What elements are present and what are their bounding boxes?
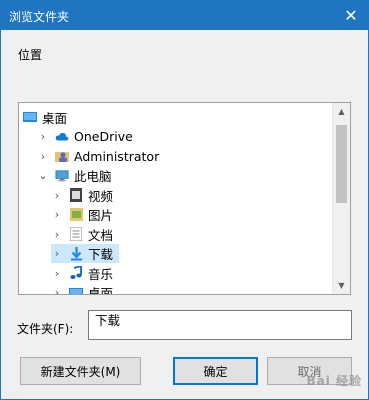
tree-item-label: 图片	[88, 208, 114, 223]
tree-item[interactable]: › 视频	[19, 185, 332, 205]
tree-item[interactable]: › 音乐	[19, 263, 332, 283]
folder-field-label: 文件夹(F):	[17, 322, 74, 336]
folder-tree[interactable]: 桌面 › OneDrive › Administrator ⌄ 此电脑 › 视频 › 图片 › 文档 › 下…	[18, 102, 351, 295]
scrollbar-thumb[interactable]	[336, 125, 347, 203]
chevron-right-icon[interactable]: ›	[37, 130, 49, 143]
scroll-down-button[interactable]: ▼	[333, 277, 350, 294]
tree-scrollbar[interactable]: ▲ ▼	[332, 103, 350, 294]
computer-icon	[55, 169, 69, 183]
scroll-up-button[interactable]: ▲	[333, 103, 350, 120]
tree-item-label: OneDrive	[74, 129, 133, 144]
tree-item-box: › Administrator	[37, 147, 165, 166]
pictures-folder-icon	[69, 208, 83, 222]
tree-item-box: › 文档	[51, 225, 119, 244]
tree-item[interactable]: › OneDrive	[19, 127, 332, 147]
chevron-right-icon[interactable]: ›	[51, 286, 63, 294]
title-bar: 浏览文件夹 ✕	[1, 1, 368, 30]
tree-item-label: 文档	[88, 227, 114, 243]
desktop-folder-icon	[69, 286, 83, 294]
tree-item[interactable]: ⌄ 此电脑	[19, 166, 332, 186]
cloud-icon	[55, 130, 69, 144]
tree-item-label: Administrator	[74, 148, 160, 164]
tree-item-box: 桌面	[23, 108, 73, 127]
tree-item[interactable]: › 文档	[19, 224, 332, 244]
music-folder-icon	[69, 266, 83, 280]
documents-folder-icon	[69, 227, 83, 241]
browse-folder-dialog: 浏览文件夹 ✕ 位置 桌面 › OneDrive › Administrator ⌄ 此电脑…	[0, 0, 369, 400]
chevron-right-icon[interactable]: ›	[51, 247, 63, 260]
location-label: 位置	[18, 48, 43, 62]
new-folder-button[interactable]: 新建文件夹(M)	[20, 357, 141, 385]
tree-item[interactable]: › 下载	[19, 244, 332, 264]
watermark: Bai 经验	[306, 374, 362, 388]
chevron-right-icon[interactable]: ›	[51, 189, 63, 202]
tree-item-label: 下载	[88, 247, 114, 262]
tree-item-box: › 音乐	[51, 264, 119, 283]
chevron-down-icon[interactable]: ⌄	[37, 169, 49, 182]
tree-item-selection: › 下载	[51, 244, 120, 263]
video-folder-icon	[69, 188, 83, 202]
chevron-right-icon[interactable]: ›	[51, 208, 63, 221]
tree-item-box: › 图片	[51, 205, 119, 224]
close-button[interactable]: ✕	[334, 1, 368, 30]
tree-item[interactable]: › 图片	[19, 205, 332, 225]
folder-name-input[interactable]: 下载	[88, 310, 352, 340]
folder-tree-list: 桌面 › OneDrive › Administrator ⌄ 此电脑 › 视频 › 图片 › 文档 › 下…	[19, 103, 332, 294]
chevron-right-icon[interactable]: ›	[51, 267, 63, 280]
chevron-right-icon[interactable]: ›	[51, 228, 63, 241]
tree-item[interactable]: 桌面	[19, 107, 332, 127]
user-folder-icon	[55, 149, 69, 163]
ok-button[interactable]: 确定	[173, 357, 258, 385]
tree-item-label: 此电脑	[74, 169, 112, 184]
tree-item-label: 桌面	[42, 110, 68, 126]
downloads-folder-icon	[69, 246, 83, 261]
tree-item[interactable]: › 桌面	[19, 283, 332, 295]
tree-item[interactable]: › Administrator	[19, 146, 332, 166]
tree-item-box: › 视频	[51, 186, 119, 205]
chevron-right-icon[interactable]: ›	[37, 150, 49, 163]
tree-item-box: › 桌面	[51, 283, 119, 295]
tree-item-box: ⌄ 此电脑	[37, 166, 118, 185]
window-title: 浏览文件夹	[9, 10, 70, 24]
tree-item-label: 音乐	[88, 266, 114, 282]
tree-item-label: 视频	[88, 188, 114, 204]
desktop-icon	[23, 110, 37, 124]
tree-item-label: 桌面	[88, 286, 114, 295]
tree-item-box: › OneDrive	[37, 127, 139, 146]
